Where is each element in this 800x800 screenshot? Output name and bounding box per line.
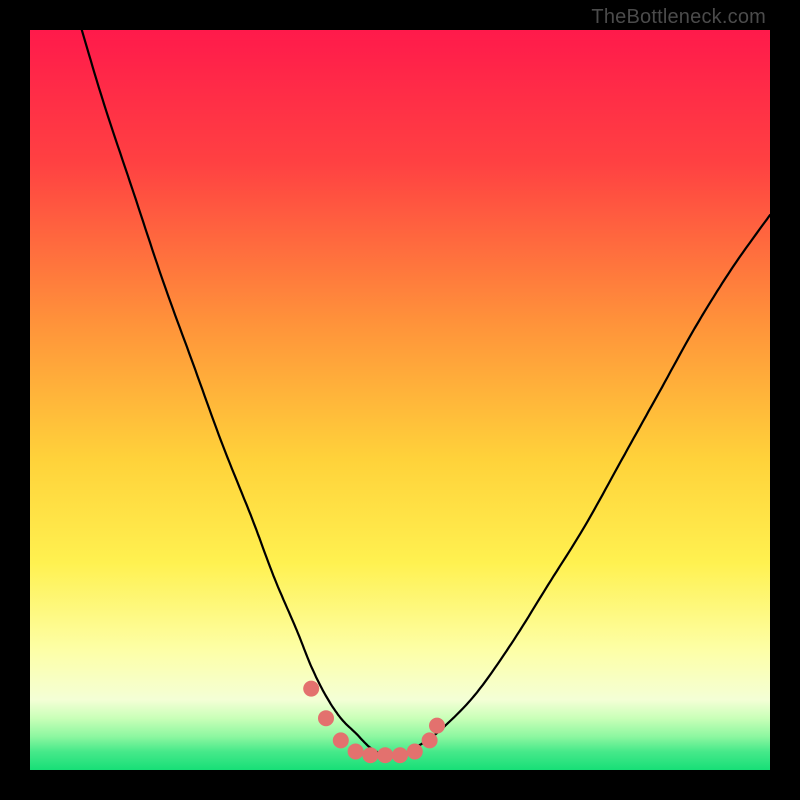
- marker-dot: [392, 747, 408, 763]
- curve-layer: [30, 30, 770, 770]
- marker-dot: [303, 681, 319, 697]
- marker-dot: [348, 744, 364, 760]
- chart-frame: TheBottleneck.com: [0, 0, 800, 800]
- marker-dot: [333, 732, 349, 748]
- marker-dot: [377, 747, 393, 763]
- watermark-text: TheBottleneck.com: [591, 6, 766, 29]
- marker-dot: [407, 744, 423, 760]
- marker-dot: [422, 732, 438, 748]
- marker-dot: [362, 747, 378, 763]
- plot-area: [30, 30, 770, 770]
- marker-dot: [429, 718, 445, 734]
- bottleneck-curve: [82, 30, 770, 756]
- marker-dot: [318, 710, 334, 726]
